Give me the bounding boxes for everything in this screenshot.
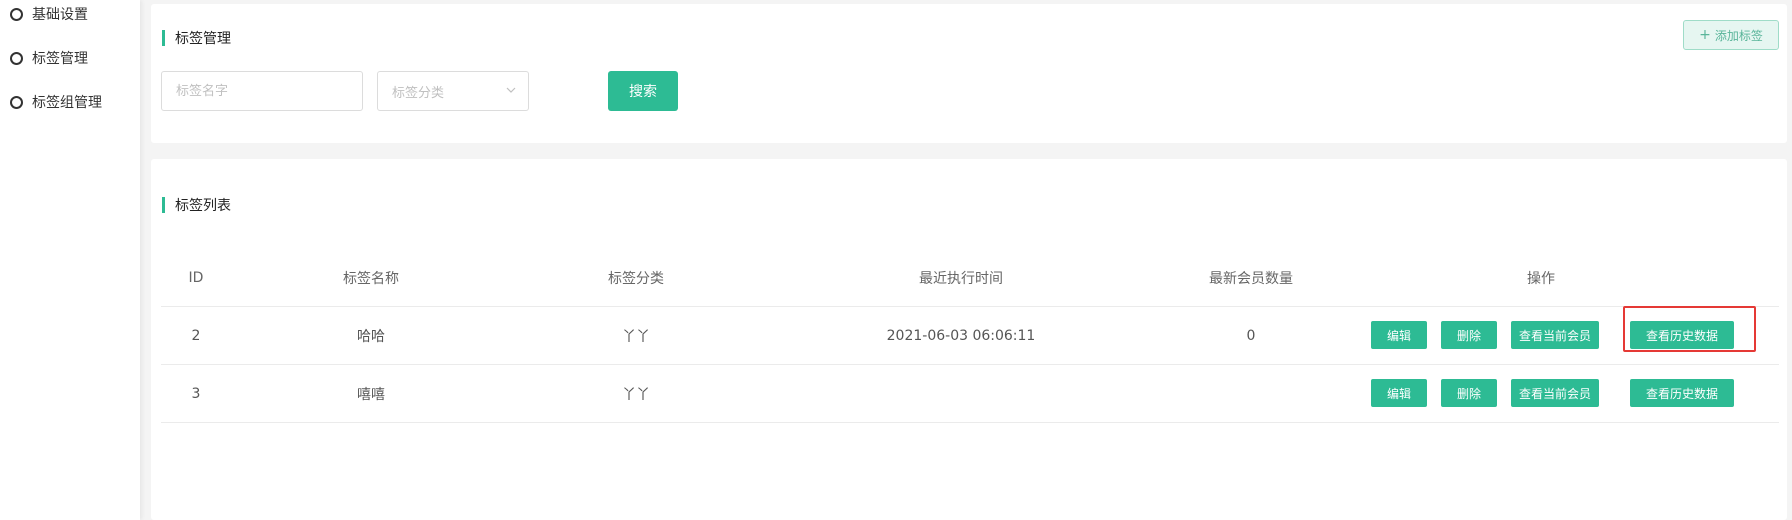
cell-category: 丫丫 <box>622 328 650 345</box>
sidebar-item-tag-group-management[interactable]: 标签组管理 <box>10 92 102 112</box>
column-header-actions: 操作 <box>1527 270 1555 287</box>
section-title: 标签管理 <box>162 28 231 48</box>
delete-button[interactable]: 删除 <box>1441 321 1497 349</box>
sidebar-item-label: 标签组管理 <box>32 95 102 111</box>
view-members-button[interactable]: 查看当前会员 <box>1511 379 1599 407</box>
row-actions: 编辑 删除 查看当前会员 查看历史数据 <box>1371 365 1771 422</box>
cell-name: 哈哈 <box>357 328 385 345</box>
view-members-button[interactable]: 查看当前会员 <box>1511 321 1599 349</box>
row-actions: 编辑 删除 查看当前会员 查看历史数据 <box>1371 306 1771 364</box>
edit-button[interactable]: 编辑 <box>1371 321 1427 349</box>
tag-name-input[interactable] <box>161 71 363 111</box>
search-panel-title: 标签管理 <box>175 31 231 47</box>
tag-list-panel: 标签列表 ID 标签名称 标签分类 最近执行时间 最新会员数量 操作 2 哈哈 … <box>151 159 1787 520</box>
plus-icon: + <box>1699 27 1711 43</box>
column-header-name: 标签名称 <box>343 270 399 287</box>
delete-button[interactable]: 删除 <box>1441 379 1497 407</box>
list-panel-title: 标签列表 <box>175 198 231 214</box>
category-placeholder: 标签分类 <box>392 85 445 101</box>
section-title: 标签列表 <box>162 195 231 215</box>
cell-category: 丫丫 <box>622 386 650 403</box>
column-header-category: 标签分类 <box>608 270 664 287</box>
circle-icon <box>10 7 23 21</box>
table-header: ID 标签名称 标签分类 最近执行时间 最新会员数量 操作 <box>161 249 1779 306</box>
sidebar: 基础设置 标签管理 标签组管理 <box>0 0 140 520</box>
column-header-member-count: 最新会员数量 <box>1209 270 1293 287</box>
cell-name: 嘻嘻 <box>357 386 385 403</box>
cell-member-count <box>1161 365 1341 422</box>
view-history-button[interactable]: 查看历史数据 <box>1630 379 1734 407</box>
title-accent-bar <box>162 197 165 213</box>
sidebar-item-label: 基础设置 <box>32 7 88 23</box>
chevron-down-icon <box>506 87 516 93</box>
table-row: 3 嘻嘻 丫丫 编辑 删除 查看当前会员 查看历史数据 <box>161 364 1779 423</box>
search-button[interactable]: 搜索 <box>608 71 678 111</box>
sidebar-item-label: 标签管理 <box>32 51 88 67</box>
circle-icon <box>10 95 23 109</box>
cell-last-run <box>831 365 1091 422</box>
search-button-label: 搜索 <box>629 84 657 100</box>
column-header-last-run: 最近执行时间 <box>919 270 1003 287</box>
cell-id: 2 <box>191 327 201 344</box>
sidebar-item-basic-settings[interactable]: 基础设置 <box>10 4 88 24</box>
sidebar-item-tag-management[interactable]: 标签管理 <box>10 48 88 68</box>
table-row: 2 哈哈 丫丫 2021-06-03 06:06:11 0 编辑 删除 查看当前… <box>161 306 1779 364</box>
cell-member-count: 0 <box>1246 327 1256 344</box>
title-accent-bar <box>162 30 165 46</box>
category-select[interactable]: 标签分类 <box>377 71 529 111</box>
column-header-id: ID <box>188 269 204 286</box>
circle-icon <box>10 51 23 65</box>
add-tag-button[interactable]: + 添加标签 <box>1683 20 1779 50</box>
add-tag-label: 添加标签 <box>1714 28 1763 43</box>
tag-table: ID 标签名称 标签分类 最近执行时间 最新会员数量 操作 2 哈哈 丫丫 20… <box>161 249 1779 423</box>
cell-last-run: 2021-06-03 06:06:11 <box>886 327 1036 344</box>
edit-button[interactable]: 编辑 <box>1371 379 1427 407</box>
view-history-button[interactable]: 查看历史数据 <box>1630 321 1734 349</box>
search-panel: 标签管理 + 添加标签 标签分类 搜索 <box>151 4 1787 143</box>
cell-id: 3 <box>191 385 201 402</box>
